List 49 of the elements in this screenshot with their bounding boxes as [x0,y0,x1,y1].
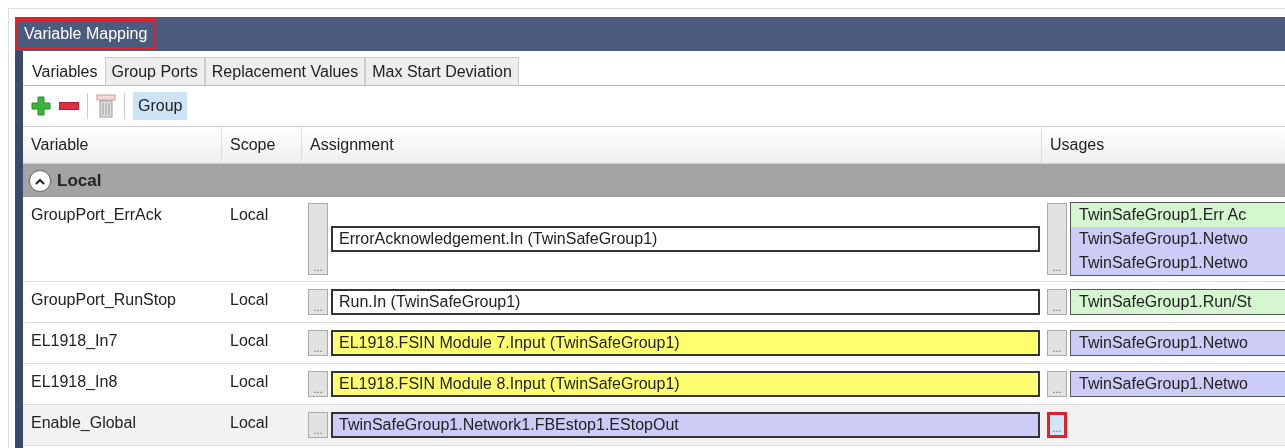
scope-text: Local [230,373,269,390]
table-row[interactable]: EL1918_In7 Local ... EL1918.FSIN Module 7.Input (TwinSafeGroup1) ... TwinSafeGroup1.Netwo [23,323,1285,364]
browse-button[interactable]: ... [1047,289,1067,315]
assignment-field[interactable]: EL1918.FSIN Module 8.Input (TwinSafeGroup1) [331,371,1040,397]
column-header[interactable]: Scope [222,127,302,163]
table-row[interactable]: GroupPort_RunStop Local ... Run.In (TwinSafeGroup1) ... TwinSafeGroup1.Run/St [23,282,1285,323]
group-button[interactable]: Group [133,92,188,120]
group-label: Local [57,170,102,191]
tab[interactable]: Group Ports [104,57,205,85]
table-row[interactable]: GroupPort_ErrAck Local ... ErrorAcknowledgement.In (TwinSafeGroup1) ... TwinSafeGroup1.Err Ac TwinSafeGroup1.Netwo TwinSafeGroup1.Netwo [23,197,1285,282]
browse-button[interactable]: ... [1047,203,1067,275]
variable-name: Enable_Global [31,414,136,431]
window-title: Variable Mapping [15,18,157,50]
usage-entry[interactable]: TwinSafeGroup1.Netwo [1071,331,1285,355]
assignment-field[interactable]: EL1918.FSIN Module 7.Input (TwinSafeGroup1) [331,330,1040,356]
column-header[interactable]: Variable [23,127,222,163]
assignment-field[interactable]: TwinSafeGroup1.Network1.FBEstop1.EStopOut [331,412,1040,438]
browse-button[interactable]: ... [308,412,328,438]
assignment-field[interactable]: Run.In (TwinSafeGroup1) [331,289,1040,315]
table-row[interactable]: EL1918_In8 Local ... EL1918.FSIN Module 8.Input (TwinSafeGroup1) ... TwinSafeGroup1.Netwo [23,364,1285,405]
variable-name: EL1918_In7 [31,332,118,349]
collapse-icon[interactable] [29,169,51,192]
usage-entry[interactable]: TwinSafeGroup1.Netwo [1071,372,1285,396]
scope-text: Local [230,414,269,431]
table-row[interactable]: Enable_Global Local ... TwinSafeGroup1.Network1.FBEstop1.EStopOut ... [23,405,1285,446]
browse-button[interactable]: ... [1047,371,1067,397]
scope-text: Local [230,206,269,223]
browse-button[interactable]: ... [308,289,328,315]
browse-button[interactable]: ... [308,330,328,356]
variable-name: EL1918_In8 [31,373,118,390]
tab[interactable]: Replacement Values [204,57,366,85]
scope-text: Local [230,291,269,308]
usage-entry[interactable]: TwinSafeGroup1.Netwo [1071,251,1285,275]
usage-entry[interactable]: TwinSafeGroup1.Err Ac [1071,203,1285,227]
add-icon[interactable] [31,96,51,116]
browse-button[interactable]: ... [1047,412,1067,438]
assignment-field[interactable]: ErrorAcknowledgement.In (TwinSafeGroup1) [331,226,1040,252]
variable-name: GroupPort_ErrAck [31,206,162,223]
usage-entry[interactable]: TwinSafeGroup1.Run/St [1071,290,1285,314]
tab[interactable]: Max Start Deviation [365,57,519,85]
delete-icon[interactable] [96,94,116,118]
column-header[interactable]: Usages [1042,127,1285,163]
column-header[interactable]: Assignment [302,127,1042,163]
usage-entry[interactable]: TwinSafeGroup1.Netwo [1071,227,1285,251]
variable-name: GroupPort_RunStop [31,291,176,308]
scope-text: Local [230,332,269,349]
browse-button[interactable]: ... [308,371,328,397]
browse-button[interactable]: ... [1047,330,1067,356]
browse-button[interactable]: ... [308,203,328,275]
